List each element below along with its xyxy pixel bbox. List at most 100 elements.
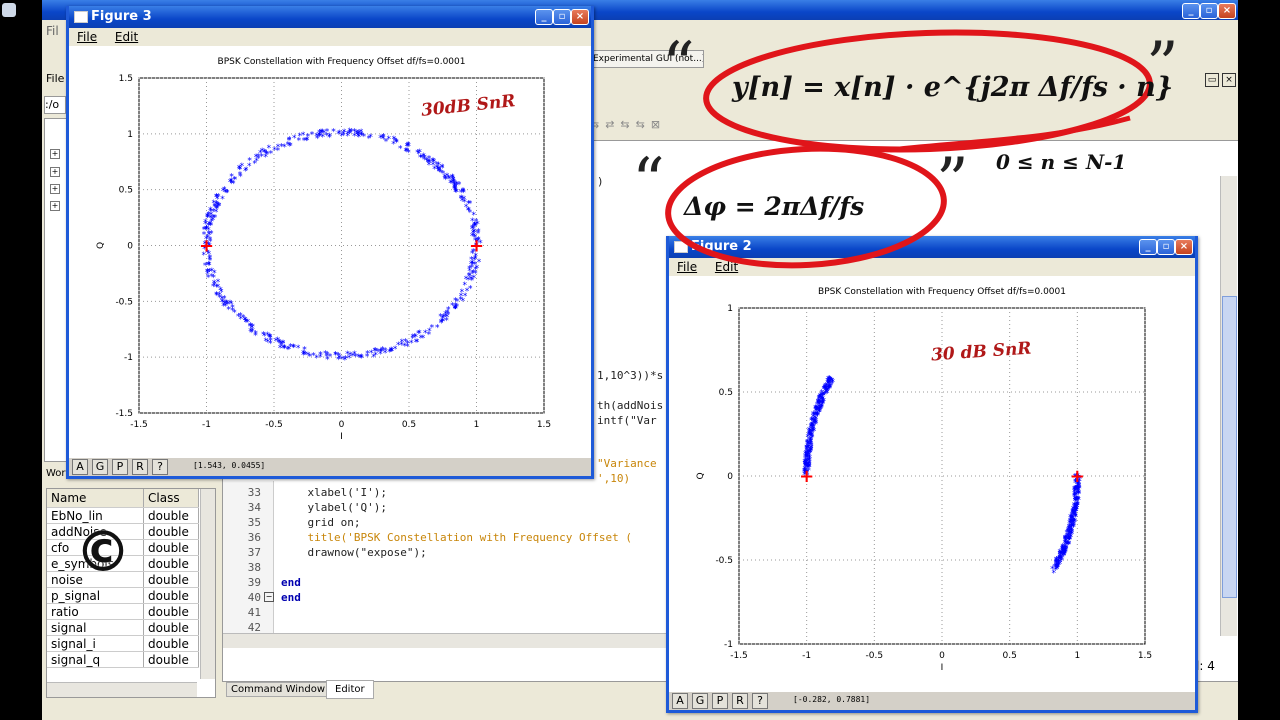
data-point: *: [359, 132, 364, 142]
tab-command-window[interactable]: Command Window: [226, 682, 331, 697]
status-button-g[interactable]: G: [92, 459, 108, 475]
bottom-tabs: Command Window Editor: [222, 680, 522, 700]
figure2-plot[interactable]: -1.5 -1 -0.5 0 0.5 1 1.5 1 0.5 0 -0.5 -1 BPSK Conste…: [669, 276, 1195, 692]
tab-editor[interactable]: Editor: [326, 680, 374, 699]
path-field[interactable]: :/o: [44, 96, 66, 114]
status-button-a[interactable]: A: [72, 459, 88, 475]
maximize-icon[interactable]: ▫: [553, 9, 571, 25]
code-line[interactable]: 34 ylabel('Q');: [223, 500, 683, 515]
editor-partial-line: ',10): [597, 472, 631, 485]
menu-edit[interactable]: Edit: [115, 30, 138, 44]
data-point: *: [359, 354, 364, 364]
minimize-icon[interactable]: _: [1139, 239, 1157, 255]
dock-close-icon[interactable]: ×: [1222, 73, 1236, 87]
table-row[interactable]: p_signal double: [47, 587, 199, 604]
status-button-r[interactable]: R: [132, 459, 148, 475]
workspace-vscroll[interactable]: [200, 489, 215, 679]
y-tick-label: -1.5: [115, 409, 133, 419]
code-line[interactable]: 39 end: [223, 575, 683, 590]
status-button-a[interactable]: A: [672, 693, 688, 709]
code-line[interactable]: 38: [223, 560, 683, 575]
line-number: 39: [247, 576, 261, 589]
chart-figure2[interactable]: -1.5 -1 -0.5 0 0.5 1 1.510.50-0.5-1BPSK Conste…: [669, 276, 1195, 692]
code-line[interactable]: 41: [223, 605, 683, 620]
maximize-icon[interactable]: ▫: [1157, 239, 1175, 255]
table-row[interactable]: signal_i double: [47, 635, 199, 652]
quote-close-icon: ”: [936, 145, 969, 219]
formula-range: 0 ≤ n ≤ N-1: [996, 150, 1127, 174]
workspace-label: Wor: [46, 468, 66, 479]
status-button-help[interactable]: ?: [152, 459, 168, 475]
scroll-thumb[interactable]: [1222, 296, 1237, 598]
data-point: *: [247, 157, 252, 167]
editor-vscroll[interactable]: [1220, 176, 1237, 636]
line-number: 37: [247, 546, 261, 559]
code-lines[interactable]: 33 xlabel('I'); 34 ylabel('Q'); 35 grid on…: [223, 485, 683, 635]
y-tick-label: 0.5: [119, 186, 133, 196]
table-row[interactable]: signal_q double: [47, 651, 199, 668]
code-line[interactable]: 36 title('BPSK Constellation with Freque…: [223, 530, 683, 545]
status-button-p[interactable]: P: [112, 459, 128, 475]
file-tree[interactable]: + + + +: [44, 118, 68, 462]
figure2-title: Figure 2: [691, 239, 752, 254]
column-header-class[interactable]: Class: [143, 489, 199, 508]
column-header-name[interactable]: Name: [47, 489, 144, 508]
close-icon[interactable]: ×: [1175, 239, 1193, 255]
status-button-help[interactable]: ?: [752, 693, 768, 709]
data-point: *: [376, 347, 381, 357]
data-point: *: [343, 354, 348, 364]
var-class: double: [143, 603, 199, 620]
code-line[interactable]: 35 grid on;: [223, 515, 683, 530]
x-tick-label: -1.5: [730, 651, 748, 661]
figure3-title-bar[interactable]: Figure 3 _ ▫ ×: [69, 6, 591, 28]
editor-partial-line: ): [597, 175, 604, 188]
maximize-icon[interactable]: ▫: [1200, 3, 1218, 19]
code-line[interactable]: 40 end: [223, 590, 683, 605]
tree-expand-icon[interactable]: +: [50, 167, 60, 177]
figure3-window[interactable]: Figure 3 _ ▫ × File Edit -1.5 -1 -0.5 0 0.5 1…: [66, 6, 594, 479]
editor-hscroll[interactable]: [223, 633, 673, 648]
table-row[interactable]: signal double: [47, 619, 199, 636]
data-point: *: [314, 354, 319, 364]
figure2-title-bar[interactable]: Figure 2 _ ▫ ×: [669, 236, 1195, 258]
y-tick-label: 1.5: [119, 74, 133, 84]
menu-file-fragment[interactable]: Fil: [46, 24, 59, 38]
line-number: 33: [247, 486, 261, 499]
close-icon[interactable]: ×: [571, 9, 589, 25]
minimize-icon[interactable]: _: [535, 9, 553, 25]
tree-expand-icon[interactable]: +: [50, 149, 60, 159]
reference-point: +: [469, 236, 484, 257]
data-point: *: [323, 350, 328, 360]
var-class: double: [143, 619, 199, 636]
workspace-hscroll[interactable]: [47, 682, 197, 697]
editor-toolbar: ⇆⇄⇆⇆⊠: [590, 118, 667, 131]
minimize-icon[interactable]: _: [1182, 3, 1200, 19]
data-point: *: [1064, 533, 1069, 543]
status-button-p[interactable]: P: [712, 693, 728, 709]
code-line[interactable]: 37 drawnow("expose");: [223, 545, 683, 560]
data-point: *: [393, 136, 398, 146]
figure2-window[interactable]: Figure 2 _ ▫ × File Edit -1.5 -1 -0.5 0 0.5 1…: [666, 236, 1198, 713]
status-button-r[interactable]: R: [732, 693, 748, 709]
x-tick-label: 1.5: [537, 420, 551, 430]
var-class: double: [143, 571, 199, 588]
menu-file[interactable]: File: [77, 30, 97, 44]
code-line[interactable]: 33 xlabel('I');: [223, 485, 683, 500]
dock-restore-icon[interactable]: ▭: [1205, 73, 1219, 87]
menu-file[interactable]: File: [677, 260, 697, 274]
data-point: *: [396, 341, 401, 351]
tree-expand-icon[interactable]: +: [50, 201, 60, 211]
fold-icon[interactable]: −: [264, 592, 274, 602]
table-row[interactable]: ratio double: [47, 603, 199, 620]
tree-expand-icon[interactable]: +: [50, 184, 60, 194]
close-icon[interactable]: ×: [1218, 3, 1236, 19]
code-text: title('BPSK Constellation with Frequency…: [281, 531, 632, 544]
data-point: *: [205, 213, 210, 223]
x-tick-label: 0: [939, 651, 945, 661]
status-button-g[interactable]: G: [692, 693, 708, 709]
data-point: *: [465, 287, 470, 297]
menu-edit[interactable]: Edit: [715, 260, 738, 274]
data-point: *: [228, 299, 233, 309]
data-point: *: [261, 330, 266, 340]
figure3-plot[interactable]: -1.5 -1 -0.5 0 0.5 1 1.5 1.5 1 0.5 0 -0.5 -1 -1.5 BPSK…: [69, 46, 591, 458]
